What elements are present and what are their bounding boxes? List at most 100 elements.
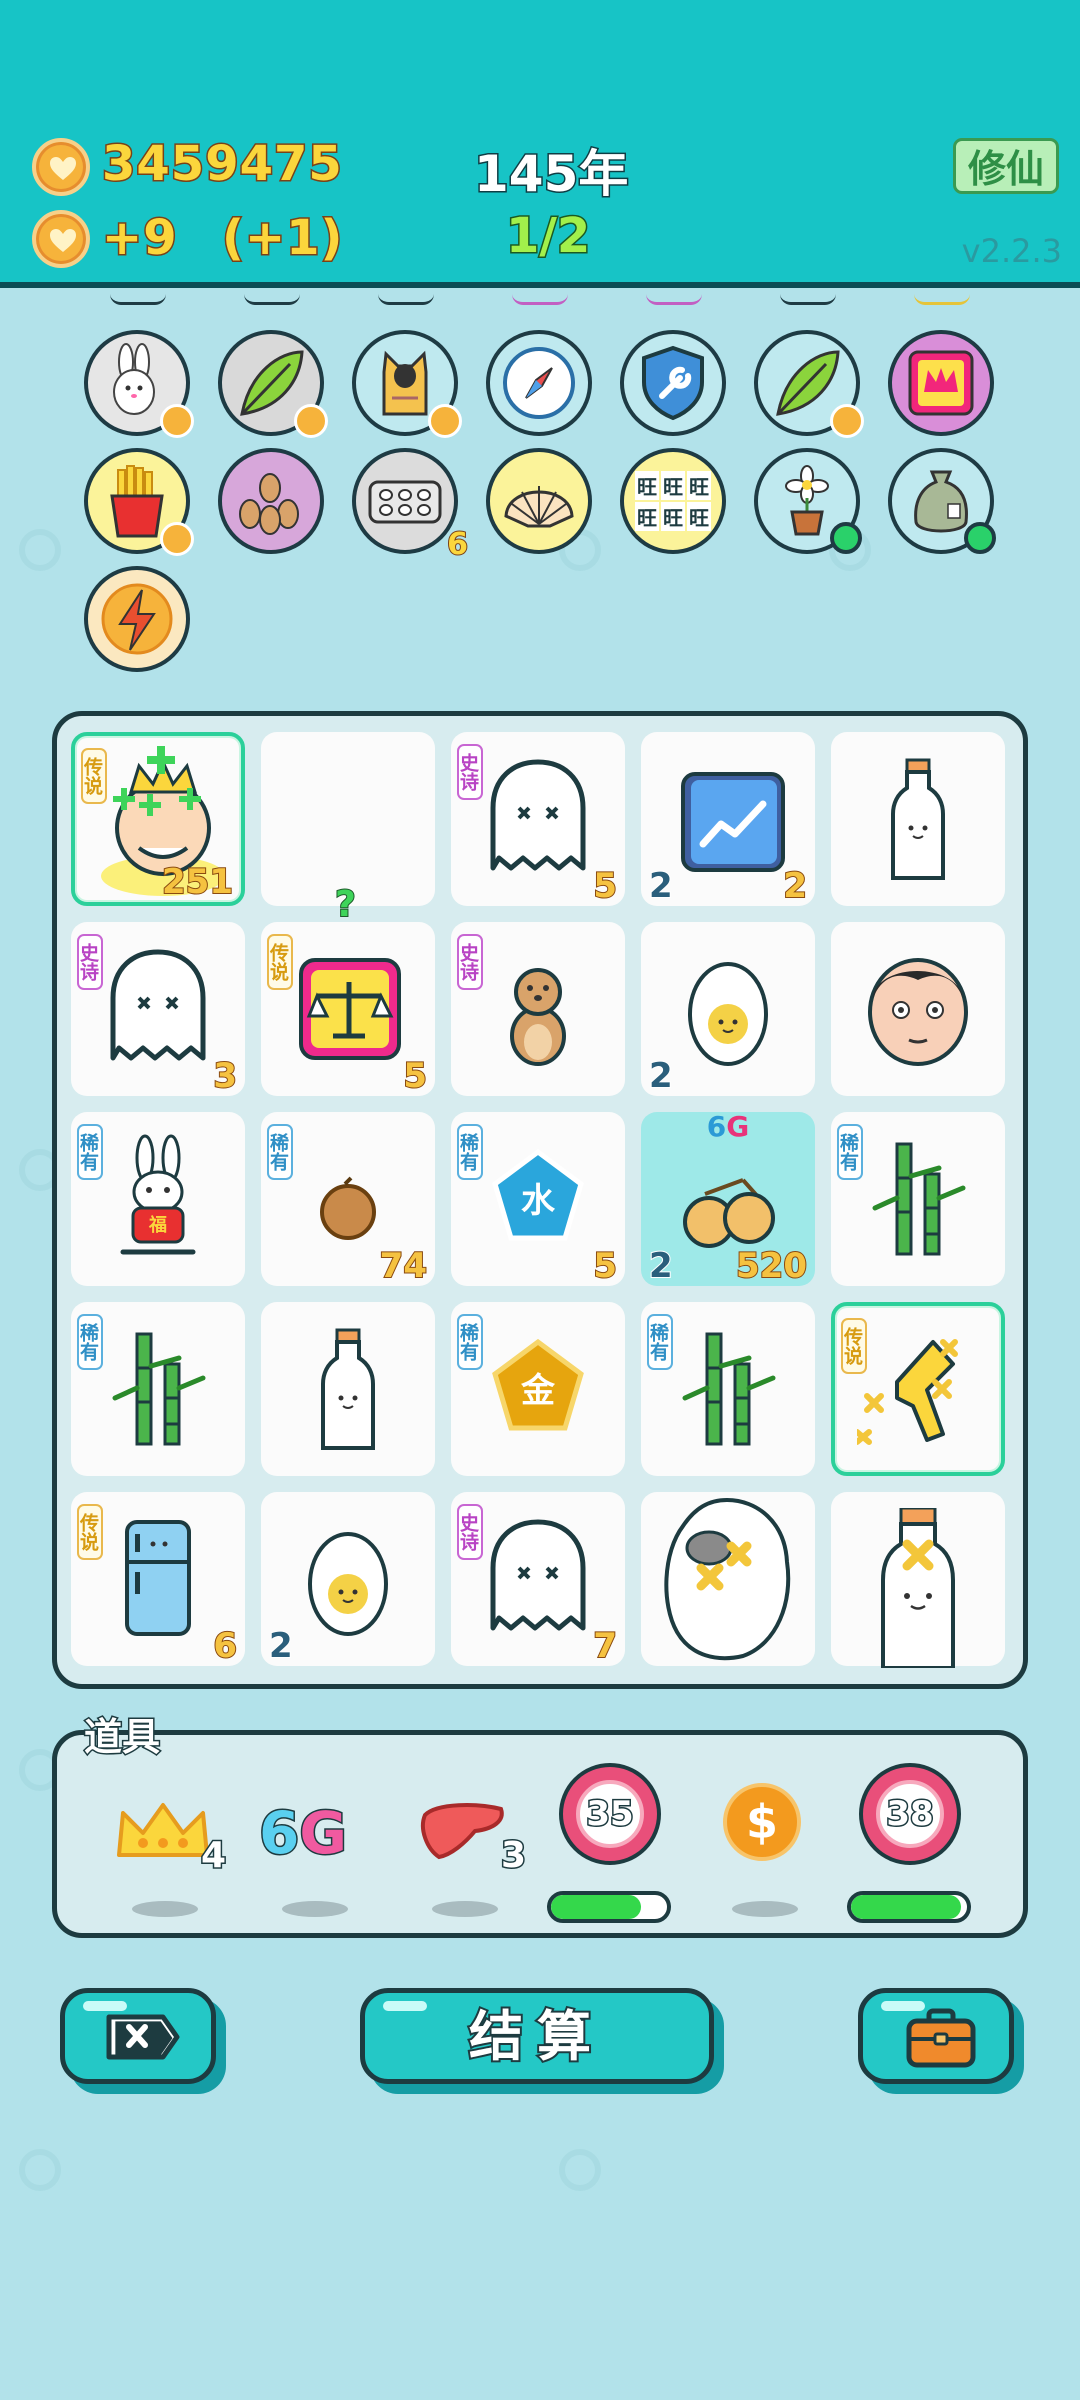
- board-cell-longan[interactable]: 6G 520 2: [641, 1110, 815, 1287]
- round-counter: 1/2: [504, 207, 591, 266]
- symbol-sack[interactable]: [888, 448, 996, 554]
- prop-shadow: [132, 1901, 198, 1917]
- rarity-tag: 传说: [77, 1504, 103, 1560]
- briefcase-icon: [906, 2008, 976, 2068]
- bag-button[interactable]: [858, 1988, 1014, 2084]
- symbol-crown-box[interactable]: [888, 330, 994, 436]
- symbol-meerkats[interactable]: [218, 448, 324, 554]
- rarity-tag: 史诗: [457, 744, 483, 800]
- board-cell-nut[interactable]: 稀有 74: [261, 1112, 435, 1287]
- board-cell-egg[interactable]: 2: [641, 922, 815, 1097]
- board-cell-rabbit-red[interactable]: 福 稀有: [71, 1112, 245, 1286]
- version-label: v2.2.3: [961, 232, 1062, 270]
- symbol-flower-pot[interactable]: [754, 448, 862, 554]
- year-label: 145年: [472, 144, 629, 205]
- cell-value: 6: [212, 1625, 238, 1667]
- board-cell-milk[interactable]: [831, 732, 1005, 906]
- board-cell-egg[interactable]: 2: [261, 1492, 435, 1667]
- symbol-lightning[interactable]: [84, 566, 190, 672]
- target-value: 35: [576, 1780, 644, 1848]
- prop-progress-bar: [847, 1891, 971, 1923]
- symbol-rabbit[interactable]: [84, 330, 194, 438]
- board-cell-scale[interactable]: 传说? 5: [261, 883, 435, 1097]
- cell-value: 3: [212, 1055, 238, 1097]
- symbol-cat[interactable]: [352, 330, 462, 438]
- cell-counter: 2: [268, 1625, 294, 1667]
- settle-button[interactable]: 结算: [360, 1988, 714, 2084]
- heart-badge-icon: [160, 522, 194, 556]
- board-cell-meerkat[interactable]: 史诗: [451, 922, 625, 1096]
- coin-icon: [32, 138, 90, 196]
- symbol-compass[interactable]: [486, 330, 592, 436]
- board-cell-milk-big[interactable]: [831, 1492, 1005, 1668]
- board-cell-hand[interactable]: 传说: [831, 1302, 1005, 1476]
- heart-badge-icon: [294, 404, 328, 438]
- symbol-shell[interactable]: [486, 448, 592, 554]
- wang-char: 旺: [687, 471, 711, 500]
- rarity-tag: 稀有: [457, 1314, 483, 1370]
- prop-dollar-coin[interactable]: $: [697, 1755, 827, 1925]
- coin-total: 3459475: [101, 135, 344, 194]
- prop-target[interactable]: 35: [547, 1755, 677, 1925]
- board-cell-chart-card[interactable]: 22: [641, 732, 815, 907]
- income-value: +9: [101, 209, 179, 268]
- cell-value: 5: [592, 1245, 618, 1287]
- rarity-tag: 传说: [267, 934, 293, 990]
- cell-counter: 2: [648, 1245, 674, 1287]
- cell-value: 2: [782, 865, 808, 907]
- prop-count: 3: [499, 1834, 527, 1878]
- close-icon: [106, 2014, 180, 2060]
- cell-value: 7: [592, 1625, 618, 1667]
- board-cell-ghost[interactable]: 史诗 3: [71, 922, 245, 1097]
- symbol-wang-text[interactable]: 旺旺旺旺旺旺: [620, 448, 726, 554]
- board-cell-milk[interactable]: [261, 1302, 435, 1476]
- board-cell-bamboo[interactable]: 稀有: [71, 1302, 245, 1476]
- board-cell-empty[interactable]: [261, 732, 435, 906]
- symbol-leaf[interactable]: [218, 330, 328, 438]
- board-cell-face[interactable]: [831, 922, 1005, 1096]
- rarity-tag: 史诗: [457, 1504, 483, 1560]
- symbol-count: 6: [446, 526, 469, 563]
- settle-button-label: 结算: [467, 2003, 605, 2070]
- symbol-fries[interactable]: [84, 448, 194, 556]
- cell-value: 5: [402, 1055, 428, 1097]
- income-coin-icon: [32, 210, 90, 268]
- rarity-tag: 稀有: [837, 1124, 863, 1180]
- board-cell-ghost[interactable]: 史诗 7: [451, 1492, 625, 1667]
- rarity-tag: 传说: [81, 748, 107, 804]
- wang-char: 旺: [635, 471, 659, 500]
- target-icon: 35: [559, 1763, 661, 1865]
- board-cell-gold-gem[interactable]: 金稀有: [451, 1302, 625, 1476]
- prop-target[interactable]: 38: [847, 1755, 977, 1925]
- wang-char: 旺: [635, 502, 659, 531]
- close-button[interactable]: [60, 1988, 216, 2084]
- board-cell-fridge[interactable]: 传说 6: [71, 1492, 245, 1667]
- board-cell-water-gem[interactable]: 水稀有 5: [451, 1112, 625, 1287]
- symbol-shield-wrench[interactable]: [620, 330, 726, 436]
- board-cell-bamboo[interactable]: 稀有: [641, 1302, 815, 1476]
- rarity-tag: 传说: [841, 1318, 867, 1374]
- prop-crown[interactable]: 4: [97, 1755, 228, 1925]
- board-cell-bamboo[interactable]: 稀有: [831, 1112, 1005, 1286]
- rarity-tag: 稀有: [267, 1124, 293, 1180]
- cultivate-button[interactable]: 修仙: [953, 138, 1059, 194]
- rarity-tag: 史诗: [77, 934, 103, 990]
- symbol-leaf[interactable]: [754, 330, 864, 438]
- prop-shadow: [282, 1901, 348, 1917]
- rarity-tag: 稀有: [647, 1314, 673, 1370]
- prop-liver[interactable]: 3: [397, 1755, 528, 1925]
- board-cell-crowned-head[interactable]: 传说 251: [71, 732, 245, 906]
- rarity-tag: 史诗: [457, 934, 483, 990]
- active-dot-icon: [964, 522, 996, 554]
- top-bar: 3459475 +9 (+1) 145年 1/2 修仙 v2.2.3: [0, 0, 1080, 288]
- slot-board: 传说 251 史诗 5 2 2 史诗 3 传说? 5 史诗 2 福稀有 稀有 74 水稀有 5 6G 520 2 稀有稀…: [52, 711, 1028, 1689]
- prop-progress-bar: [547, 1891, 671, 1923]
- rarity-tag: 稀有: [77, 1124, 103, 1180]
- prop-6g[interactable]: 6G: [247, 1755, 377, 1925]
- target-value: 38: [876, 1780, 944, 1848]
- svg-text:金: 金: [520, 1371, 556, 1411]
- props-title: 道具: [82, 1714, 161, 1761]
- board-cell-ghost[interactable]: 史诗 5: [451, 732, 625, 907]
- symbol-egg-carton[interactable]: 6: [352, 448, 469, 563]
- board-cell-sheep[interactable]: [641, 1492, 815, 1666]
